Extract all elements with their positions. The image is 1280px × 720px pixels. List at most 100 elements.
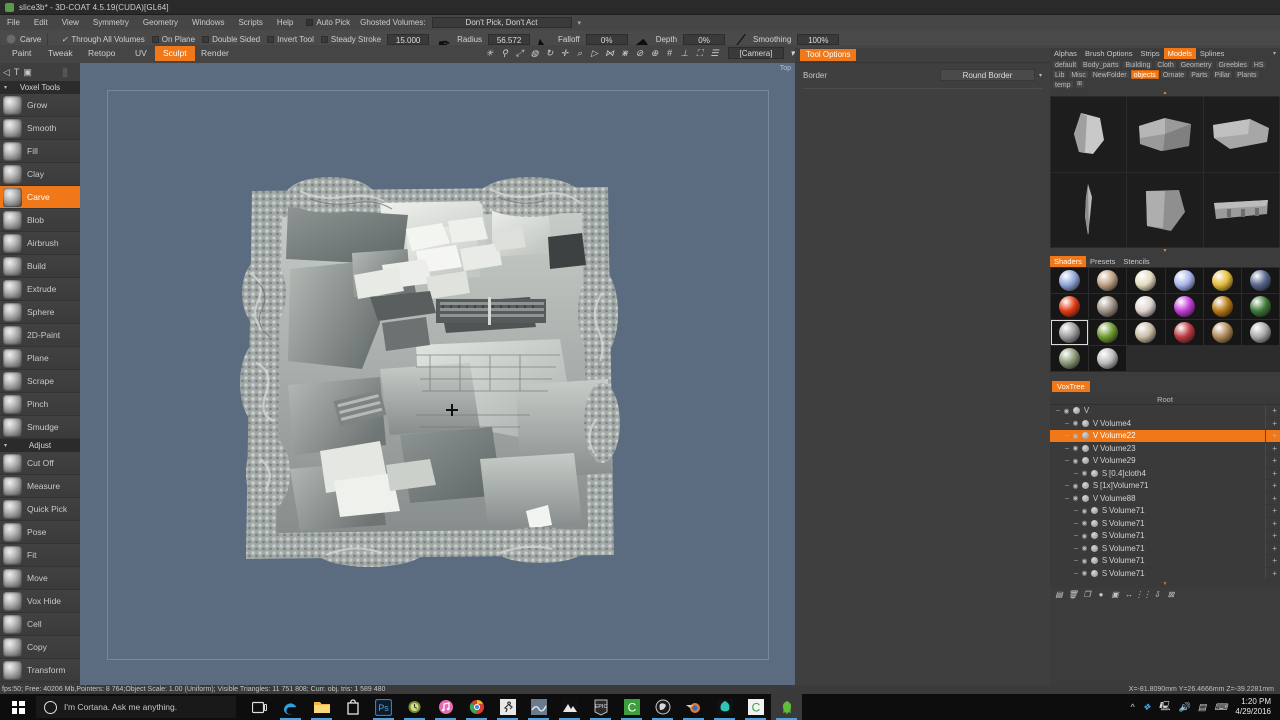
list-icon[interactable]: ⋮⋮: [1135, 590, 1151, 600]
folder-building[interactable]: Building: [1122, 60, 1154, 69]
visibility-eye-icon[interactable]: ◉: [1071, 481, 1080, 490]
add-layer-icon[interactable]: +: [1272, 469, 1277, 478]
mesh-icon[interactable]: ⋇: [618, 47, 631, 60]
shader-gold[interactable]: [1203, 268, 1241, 293]
fullscreen-icon[interactable]: ⛶: [693, 47, 706, 60]
light-icon[interactable]: ✳: [483, 47, 496, 60]
falloff-value[interactable]: 0%: [585, 33, 628, 45]
expand-collapse-icon[interactable]: –: [1063, 420, 1071, 427]
voxtree-row[interactable]: – ◉ V Volume4 +: [1050, 417, 1280, 430]
swap-icon[interactable]: ↔: [1124, 590, 1134, 600]
expand-collapse-icon[interactable]: –: [1063, 445, 1071, 452]
tab-splines[interactable]: Splines: [1196, 48, 1229, 59]
visibility-eye-icon[interactable]: ◉: [1080, 544, 1089, 553]
duplicate-icon[interactable]: ❐: [1082, 590, 1092, 600]
app-c-green[interactable]: C: [616, 694, 647, 720]
tab-models[interactable]: Models: [1163, 48, 1196, 59]
layer-sphere-icon[interactable]: [1082, 457, 1089, 465]
layer-sphere-icon[interactable]: [1091, 507, 1098, 515]
tool-extrude[interactable]: Extrude: [0, 278, 80, 301]
visibility-eye-icon[interactable]: ◉: [1080, 531, 1089, 540]
voxel-model-rubble-slab[interactable]: [230, 173, 630, 573]
anchor-icon[interactable]: ⚲: [498, 47, 511, 60]
add-layer-icon[interactable]: +: [1272, 406, 1277, 415]
noise-icon[interactable]: ⋈: [603, 47, 616, 60]
tool-quick-pick[interactable]: Quick Pick: [0, 498, 80, 521]
voxtree-row[interactable]: – ◉ S Volume71 +: [1050, 567, 1280, 580]
visibility-eye-icon[interactable]: ◉: [1080, 569, 1089, 578]
voxtree-scroll-down[interactable]: ▼: [1050, 580, 1280, 588]
shader-magenta-glow[interactable]: [1165, 294, 1203, 319]
voxtree-row[interactable]: – ◉ V Volume22 +: [1050, 430, 1280, 443]
model-thumb-rock-wedge-5[interactable]: [1127, 172, 1203, 247]
folder-greebles[interactable]: Greebles: [1215, 60, 1250, 69]
app-photoshop[interactable]: Ps: [368, 694, 399, 720]
add-layer-icon[interactable]: +: [1272, 519, 1277, 528]
layer-sphere-icon[interactable]: [1082, 444, 1089, 452]
voxtree-tab[interactable]: VoxTree: [1052, 381, 1090, 392]
tool-fit[interactable]: Fit: [0, 544, 80, 567]
app-itunes[interactable]: [430, 694, 461, 720]
tool-cell[interactable]: Cell: [0, 613, 80, 636]
model-grid-scroll-down[interactable]: ▼: [1050, 248, 1280, 254]
tool-smooth[interactable]: Smooth: [0, 117, 80, 140]
shader-pale-gold[interactable]: [1127, 320, 1165, 345]
shader-plaster[interactable]: [1127, 294, 1165, 319]
import-icon[interactable]: ⇩: [1152, 590, 1162, 600]
cortana-search-box[interactable]: I'm Cortana. Ask me anything.: [36, 696, 236, 718]
tab-presets[interactable]: Presets: [1086, 256, 1119, 267]
app-epic[interactable]: EPIC: [585, 694, 616, 720]
layer-sphere-icon[interactable]: [1073, 407, 1080, 415]
tool-blob[interactable]: Blob: [0, 209, 80, 232]
tool-smudge[interactable]: Smudge: [0, 416, 80, 439]
delete-icon[interactable]: 🗑: [1068, 590, 1078, 600]
tab-shaders[interactable]: Shaders: [1050, 256, 1086, 267]
expand-collapse-icon[interactable]: –: [1063, 432, 1071, 439]
folder-misc[interactable]: Misc: [1068, 70, 1089, 79]
add-layer-icon[interactable]: +: [1272, 444, 1277, 453]
layer-sphere-icon[interactable]: [1091, 557, 1098, 565]
layer-sphere-icon[interactable]: [1091, 532, 1098, 540]
folder-newfolder[interactable]: NewFolder: [1089, 70, 1130, 79]
tool-move[interactable]: Move: [0, 567, 80, 590]
radius-value[interactable]: 56.572: [488, 33, 531, 45]
tool-fill[interactable]: Fill: [0, 140, 80, 163]
voxtree-row[interactable]: – ◉ V +: [1050, 405, 1280, 418]
umbrella-icon[interactable]: ⊕: [648, 47, 661, 60]
folder-hs[interactable]: HS: [1250, 60, 1267, 69]
tool-2d-paint[interactable]: 2D-Paint: [0, 324, 80, 347]
mode-tweak[interactable]: Tweak: [40, 46, 81, 61]
app-blender[interactable]: [678, 694, 709, 720]
mode-sculpt[interactable]: Sculpt: [155, 46, 195, 61]
tool-transform[interactable]: Transform: [0, 659, 80, 682]
tool-plane[interactable]: Plane: [0, 347, 80, 370]
voxtree-row[interactable]: – ◉ V Volume23 +: [1050, 442, 1280, 455]
layer-sphere-icon[interactable]: [1082, 419, 1089, 427]
move-icon[interactable]: ✛: [558, 47, 571, 60]
voxtree-row[interactable]: – ◉ S Volume71 +: [1050, 505, 1280, 518]
folder-geometry[interactable]: Geometry: [1177, 60, 1215, 69]
shader-blue-glass[interactable]: [1051, 268, 1089, 293]
chevron-down-icon[interactable]: ▾: [1273, 50, 1276, 57]
tab-alphas[interactable]: Alphas: [1050, 48, 1081, 59]
layer-sphere-icon[interactable]: [1091, 544, 1098, 552]
tool-build[interactable]: Build: [0, 255, 80, 278]
menu-symmetry[interactable]: Symmetry: [86, 15, 136, 30]
shader-mud[interactable]: [1089, 294, 1127, 319]
expand-collapse-icon[interactable]: –: [1054, 407, 1062, 414]
shader-copper[interactable]: [1203, 320, 1241, 345]
voxtree-row[interactable]: – ◉ S Volume71 +: [1050, 542, 1280, 555]
taskbar-clock[interactable]: 1:20 PM 4/29/2016: [1235, 697, 1275, 717]
visibility-eye-icon[interactable]: ◉: [1080, 519, 1089, 528]
voxtree-row[interactable]: – ◉ S [0.4]cloth4 +: [1050, 467, 1280, 480]
visibility-eye-icon[interactable]: ◉: [1071, 494, 1080, 503]
auto-pick-toggle[interactable]: Auto Pick: [306, 18, 350, 27]
chevron-down-icon[interactable]: ▾: [578, 19, 582, 27]
app-edge[interactable]: [275, 694, 306, 720]
folder-default[interactable]: default: [1052, 60, 1080, 69]
panel-handle[interactable]: [62, 66, 68, 78]
add-layer-icon[interactable]: +: [1272, 481, 1277, 490]
model-thumb-rock-beam-6[interactable]: [1203, 172, 1279, 247]
chevron-up-icon[interactable]: ^: [1130, 702, 1134, 712]
folder-cloth[interactable]: Cloth: [1154, 60, 1177, 69]
